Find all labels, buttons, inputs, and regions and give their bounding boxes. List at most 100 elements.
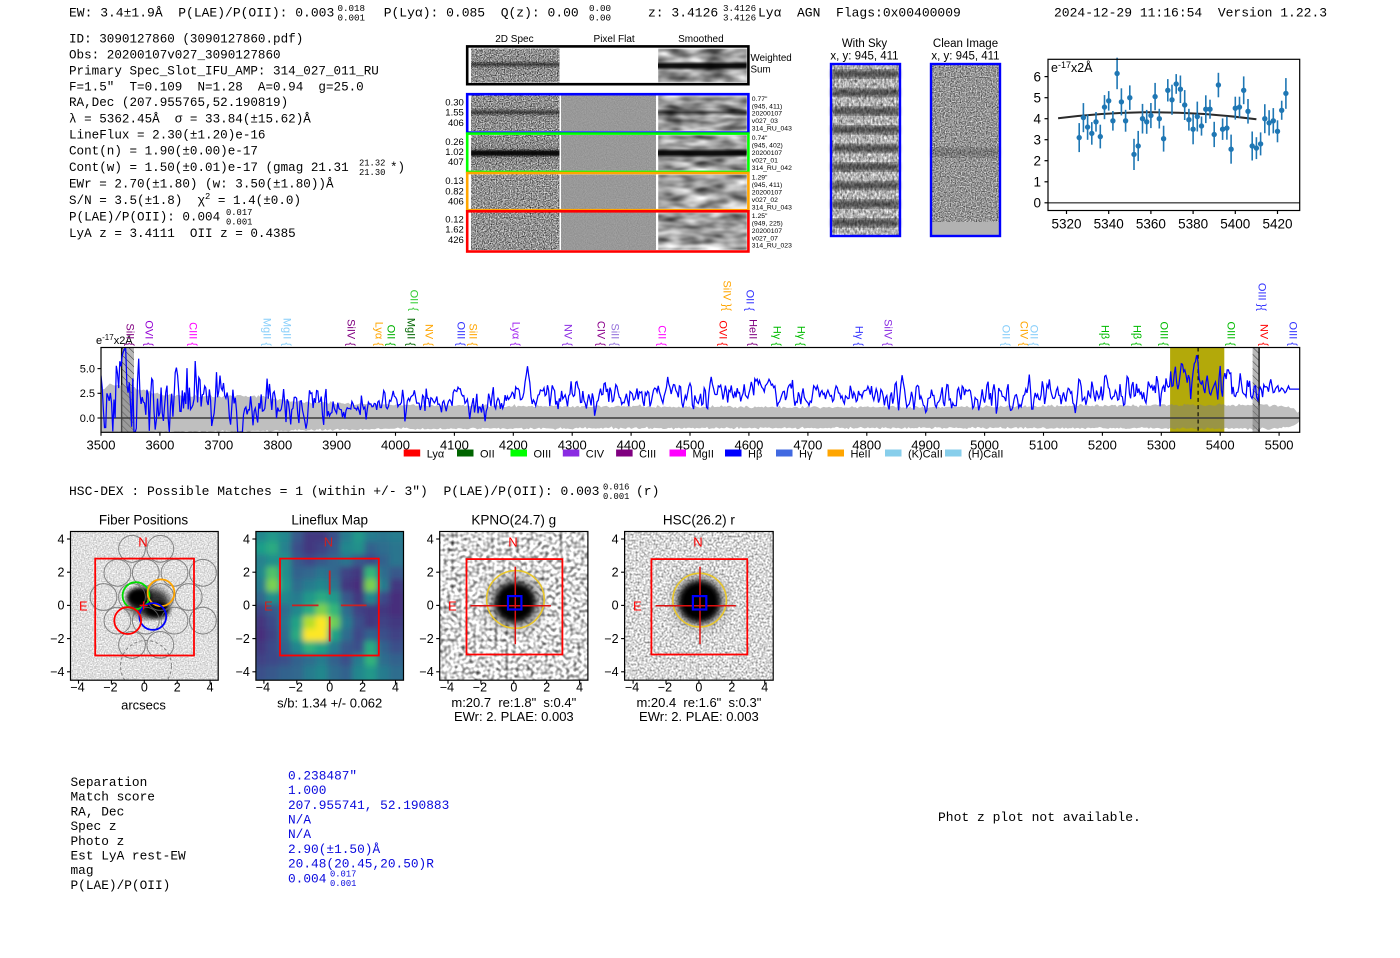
svg-text:Hβ: Hβ [748,449,762,461]
svg-text:0: 0 [427,599,434,613]
svg-text:4: 4 [243,532,250,546]
svg-text:Lineflux Map: Lineflux Map [291,513,368,528]
svg-text:4: 4 [761,681,768,695]
svg-text:CIV: CIV [586,449,605,461]
svg-text:1.000: 1.000 [288,783,326,798]
svg-text:Hγ: Hγ [799,449,813,461]
svg-text:5380: 5380 [1178,217,1208,232]
svg-text:Hγ {: Hγ { [771,326,783,347]
svg-text:NV {: NV { [562,324,574,346]
svg-text:N/A: N/A [288,827,311,842]
svg-text:−4: −4 [70,681,84,695]
svg-text:−4: −4 [236,665,250,679]
svg-text:20200107: 20200107 [752,190,782,197]
svg-text:5400: 5400 [1220,217,1250,232]
svg-text:HeII {: HeII { [747,319,759,346]
svg-text:N: N [508,534,517,549]
svg-text:OIII {: OIII { [1287,322,1299,347]
svg-text:P(LAE)/P(OII): P(LAE)/P(OII) [71,878,171,893]
svg-text:2: 2 [728,681,735,695]
svg-text:0: 0 [141,681,148,695]
svg-text:OVI {: OVI { [143,320,155,346]
svg-text:4: 4 [576,681,583,695]
svg-text:Lyα {: Lyα { [373,322,385,347]
svg-text:4: 4 [392,681,399,695]
svg-text:2.5: 2.5 [80,388,95,400]
svg-text:5320: 5320 [1051,217,1081,232]
svg-text:OIII: OIII [534,449,552,461]
svg-text:3600: 3600 [145,438,174,453]
svg-text:E: E [264,599,273,614]
svg-text:v027_02: v027_02 [752,197,778,204]
svg-text:OII {: OII { [408,290,420,312]
svg-text:20200107: 20200107 [752,111,782,118]
svg-text:MgII {: MgII { [405,318,417,346]
svg-text:20200107: 20200107 [752,228,782,235]
svg-text:CII {: CII { [656,325,668,346]
svg-text:Est LyA rest-EW: Est LyA rest-EW [71,849,187,864]
svg-text:EWr: 2. PLAE: 0.003: EWr: 2. PLAE: 0.003 [454,709,574,724]
svg-text:Phot z plot not available.: Phot z plot not available. [938,810,1141,825]
svg-text:0.77": 0.77" [752,96,768,103]
svg-text:3500: 3500 [87,438,116,453]
svg-text:3800: 3800 [263,438,292,453]
svg-text:RA, Dec: RA, Dec [71,804,125,819]
svg-text:HSC-DEX : Possible Matches = 1: HSC-DEX : Possible Matches = 1 (within +… [69,484,600,499]
svg-text:314_RU_043: 314_RU_043 [752,126,792,133]
svg-text:Lyα: Lyα [427,449,445,461]
svg-text:0.001: 0.001 [603,492,629,502]
svg-text:5100: 5100 [1029,438,1058,453]
svg-text:OIII {: OIII { [455,322,467,347]
svg-text:Photo z: Photo z [71,834,125,849]
svg-text:406: 406 [448,118,464,129]
svg-text:N: N [324,534,333,549]
svg-text:OIII {: OIII { [1158,322,1170,347]
svg-text:5420: 5420 [1262,217,1292,232]
svg-text:z: 3.4126: z: 3.4126 [648,6,718,21]
svg-text:Sum: Sum [751,65,771,76]
svg-text:0: 0 [326,681,333,695]
svg-text:MgII: MgII [693,449,714,461]
svg-text:Primary Spec_Slot_IFU_AMP: 314: Primary Spec_Slot_IFU_AMP: 314_027_011_R… [69,64,379,78]
svg-text:x, y: 945, 411: x, y: 945, 411 [830,51,898,63]
svg-text:2: 2 [612,566,619,580]
svg-text:mag: mag [71,863,94,878]
svg-text:2: 2 [427,566,434,580]
svg-text:0: 0 [243,599,250,613]
svg-text:Cont(w) = 1.50(±0.01)e-17 (gma: Cont(w) = 1.50(±0.01)e-17 (gmag 21.31 [69,161,349,175]
svg-text:E: E [633,599,642,614]
svg-text:SiIV }{: SiIV }{ [721,280,733,311]
svg-text:Lyα AGN Flags:0x00400009: Lyα AGN Flags:0x00400009 [758,6,961,21]
svg-text:5200: 5200 [1088,438,1117,453]
svg-text:−2: −2 [604,632,618,646]
svg-text:RA,Dec (207.955765,52.190819): RA,Dec (207.955765,52.190819) [69,96,288,110]
svg-text:5400: 5400 [1206,438,1235,453]
svg-text:SiIV {: SiIV { [345,319,357,346]
svg-text:Hγ {: Hγ { [795,326,807,347]
svg-text:0: 0 [695,681,702,695]
svg-text:m:20.4 re:1.6" s:0.3": m:20.4 re:1.6" s:0.3" [636,695,761,710]
svg-text:0: 0 [58,599,65,613]
svg-text:EW: 3.4±1.9Å P(LAE)/P(OII): 0: EW: 3.4±1.9Å P(LAE)/P(OII): 0.003 [69,6,334,21]
svg-text:SiII {: SiII { [124,323,136,346]
svg-text:(H)CaII: (H)CaII [968,449,1003,461]
svg-text:(r): (r) [636,484,659,499]
svg-text:−2: −2 [236,632,250,646]
svg-text:−4: −4 [604,665,618,679]
svg-text:Hβ {: Hβ { [1099,325,1111,346]
svg-text:OIII {: OIII { [1225,322,1237,347]
svg-text:314_RU_042: 314_RU_042 [752,165,792,172]
svg-text:CIV {: CIV { [595,321,607,346]
svg-text:arcsecs: arcsecs [121,698,166,713]
svg-text:−4: −4 [419,665,433,679]
svg-text:5340: 5340 [1094,217,1124,232]
svg-text:(945, 402): (945, 402) [752,143,783,150]
svg-text:Match score: Match score [71,790,155,805]
svg-text:MgII {: MgII { [261,318,273,346]
svg-text:0.004: 0.004 [288,871,327,886]
svg-text:2: 2 [58,566,65,580]
svg-text:v027_03: v027_03 [752,118,778,125]
svg-text:Fiber Positions: Fiber Positions [99,513,189,528]
svg-text:207.955741, 52.190883: 207.955741, 52.190883 [288,798,449,813]
svg-text:3900: 3900 [322,438,351,453]
